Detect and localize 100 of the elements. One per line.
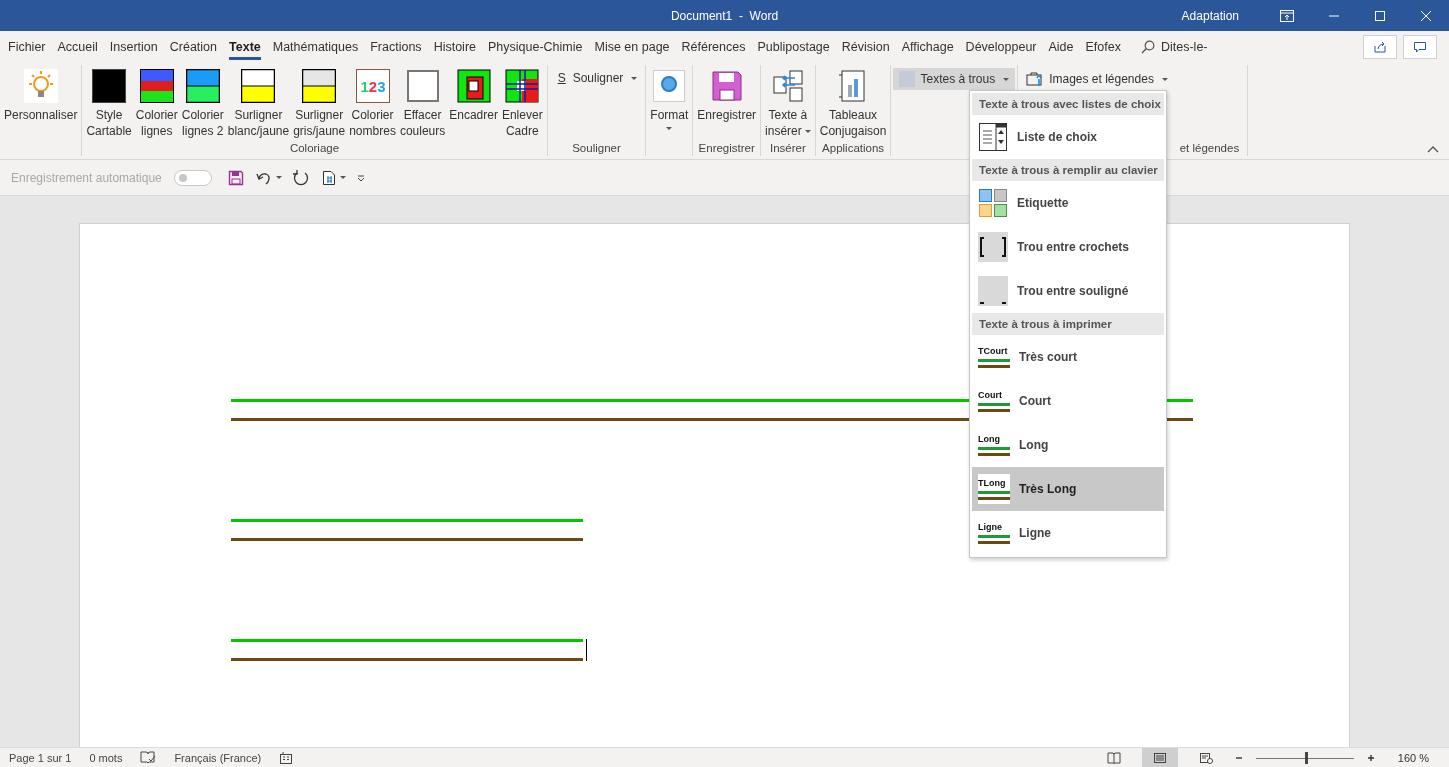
ribbon-tab[interactable]: Accueil xyxy=(51,33,104,60)
zoom-slider-thumb[interactable] xyxy=(1304,751,1308,764)
collapse-ribbon-icon[interactable] xyxy=(1427,145,1439,153)
menu-item[interactable]: Etiquette xyxy=(972,181,1164,225)
menu-item[interactable]: TCourt Très court xyxy=(972,335,1164,379)
menu-item[interactable]: Ligne Ligne xyxy=(972,511,1164,555)
menu-item[interactable]: Trou entre souligné xyxy=(972,269,1164,313)
ribbon-icon xyxy=(185,69,220,103)
ribbon-button[interactable]: Surligner blanc/jaune xyxy=(225,67,292,141)
macro-icon[interactable] xyxy=(279,750,294,765)
ribbon-tab[interactable]: Fractions xyxy=(364,33,428,60)
ribbon-icon xyxy=(770,69,805,103)
ribbon-button[interactable]: Effacer couleurs xyxy=(397,67,448,141)
menu-section-header: Texte à trous avec listes de choix xyxy=(972,93,1164,115)
ribbon-tab[interactable]: Texte xyxy=(223,33,267,60)
ribbon-button[interactable]: Textes à trous xyxy=(893,68,1016,90)
ribbon-button[interactable]: Style Cartable xyxy=(84,67,134,141)
ribbon-icon xyxy=(505,69,540,103)
ribbon-button[interactable]: Texte à insérer xyxy=(763,67,813,141)
caret-icon[interactable] xyxy=(339,176,346,179)
ribbon-icon xyxy=(92,69,127,103)
menu-item[interactable]: Trou entre crochets xyxy=(972,225,1164,269)
ribbon-button[interactable]: Personnaliser xyxy=(2,67,80,125)
window-title: Document1 - Word xyxy=(670,8,779,23)
ribbon-tab[interactable]: Affichage xyxy=(895,33,960,60)
list-icon xyxy=(978,122,1008,152)
zoom-level[interactable]: 160 % xyxy=(1397,751,1429,764)
ribbon-button[interactable]: Tableaux Conjugaison xyxy=(817,67,889,141)
underline-icon: S xyxy=(555,71,568,85)
ribbon-button[interactable]: Enlever Cadre xyxy=(499,67,545,141)
ribbon-button[interactable]: Colorier lignes xyxy=(133,67,180,141)
brackets-icon xyxy=(978,232,1008,262)
zoom-in-icon[interactable] xyxy=(1365,752,1376,763)
web-page-icon xyxy=(1198,751,1213,764)
ribbon-display-icon[interactable] xyxy=(1280,9,1294,22)
ribbon-tab[interactable]: Création xyxy=(163,33,223,60)
zoom-slider[interactable] xyxy=(1253,751,1356,764)
tiles-icon xyxy=(978,188,1008,218)
ribbon-button[interactable]: Images et légendes xyxy=(1020,68,1174,90)
ribbon-button[interactable]: Encadrer xyxy=(447,67,500,125)
print-layout-button[interactable] xyxy=(1141,748,1178,767)
search-icon[interactable] xyxy=(1140,39,1155,54)
ribbon-tab[interactable]: Mathématiques xyxy=(266,33,365,60)
tell-me-field[interactable]: Dites-le- xyxy=(1160,39,1231,54)
group-label: Enregistrer xyxy=(698,142,755,156)
share-icon xyxy=(1373,39,1387,54)
comment-icon xyxy=(1413,39,1427,54)
close-icon[interactable] xyxy=(1420,9,1432,22)
ribbon-button[interactable]: S Souligner xyxy=(549,68,644,88)
text-cursor xyxy=(586,639,587,661)
ribbon-tab[interactable]: Efofex xyxy=(1079,33,1127,60)
page-count[interactable]: Page 1 sur 1 xyxy=(9,751,72,764)
ribbon-tab[interactable]: Insertion xyxy=(103,33,164,60)
ribbon-tab[interactable]: Publipostage xyxy=(751,33,836,60)
redo-icon[interactable] xyxy=(291,168,310,187)
caret-icon[interactable] xyxy=(275,176,282,179)
toolbox-icon xyxy=(1026,71,1045,87)
word-count[interactable]: 0 mots xyxy=(89,751,123,764)
group-label: Applications xyxy=(822,142,885,156)
group-label: Souligner xyxy=(572,142,621,156)
blank-lines-icon: TLong xyxy=(978,474,1010,504)
menu-section-header: Texte à trous à imprimer xyxy=(972,313,1164,335)
ribbon-button[interactable]: Colorier lignes 2 xyxy=(179,67,226,141)
user-name: Adaptation xyxy=(1181,8,1239,23)
customize-icon[interactable] xyxy=(355,172,366,183)
save-icon[interactable] xyxy=(227,169,244,186)
ribbon-icon xyxy=(405,69,440,103)
ribbon-icon xyxy=(302,69,337,103)
autosave-toggle[interactable] xyxy=(173,169,212,186)
ribbon-icon: 123 xyxy=(355,69,390,103)
ribbon-tab[interactable]: Physique-Chimie xyxy=(482,33,589,60)
menu-item[interactable]: Long Long xyxy=(972,423,1164,467)
menu-item[interactable]: Court Court xyxy=(972,379,1164,423)
ribbon-button[interactable]: Enregistrer xyxy=(695,67,759,125)
ribbon-icon xyxy=(139,69,174,103)
ribbon-button[interactable]: Format xyxy=(648,67,691,132)
ribbon-tab[interactable]: Mise en page xyxy=(588,33,676,60)
menu-item[interactable]: TLong Très Long xyxy=(972,467,1164,511)
maximize-icon[interactable] xyxy=(1374,9,1386,22)
menu-section-header: Texte à trous à remplir au clavier xyxy=(972,159,1164,181)
menu-item[interactable]: Liste de choix xyxy=(972,115,1164,159)
document-icon[interactable] xyxy=(321,169,336,186)
proofing-icon[interactable] xyxy=(140,750,157,765)
ribbon-tab[interactable]: Aide xyxy=(1042,33,1080,60)
ribbon-tab[interactable]: Fichier xyxy=(2,33,52,60)
ribbon-button[interactable]: 123 Colorier nombres xyxy=(347,67,398,141)
page-icon xyxy=(1152,751,1167,764)
ribbon-tab[interactable]: Références xyxy=(675,33,752,60)
ribbon-tab[interactable]: Révision xyxy=(835,33,896,60)
ribbon-icon xyxy=(241,69,276,103)
ribbon-tab[interactable]: Histoire xyxy=(427,33,482,60)
group-label: Coloriage xyxy=(289,142,340,156)
save-icon xyxy=(709,69,744,103)
ribbon-icon xyxy=(652,69,687,103)
language[interactable]: Français (France) xyxy=(174,751,262,764)
ribbon-tab[interactable]: Développeur xyxy=(959,33,1043,60)
ribbon-button[interactable]: Surligner gris/jaune xyxy=(291,67,348,141)
comments-button[interactable] xyxy=(1403,34,1437,59)
group-label: et légendes xyxy=(1179,142,1241,156)
blank-icon xyxy=(978,276,1008,306)
